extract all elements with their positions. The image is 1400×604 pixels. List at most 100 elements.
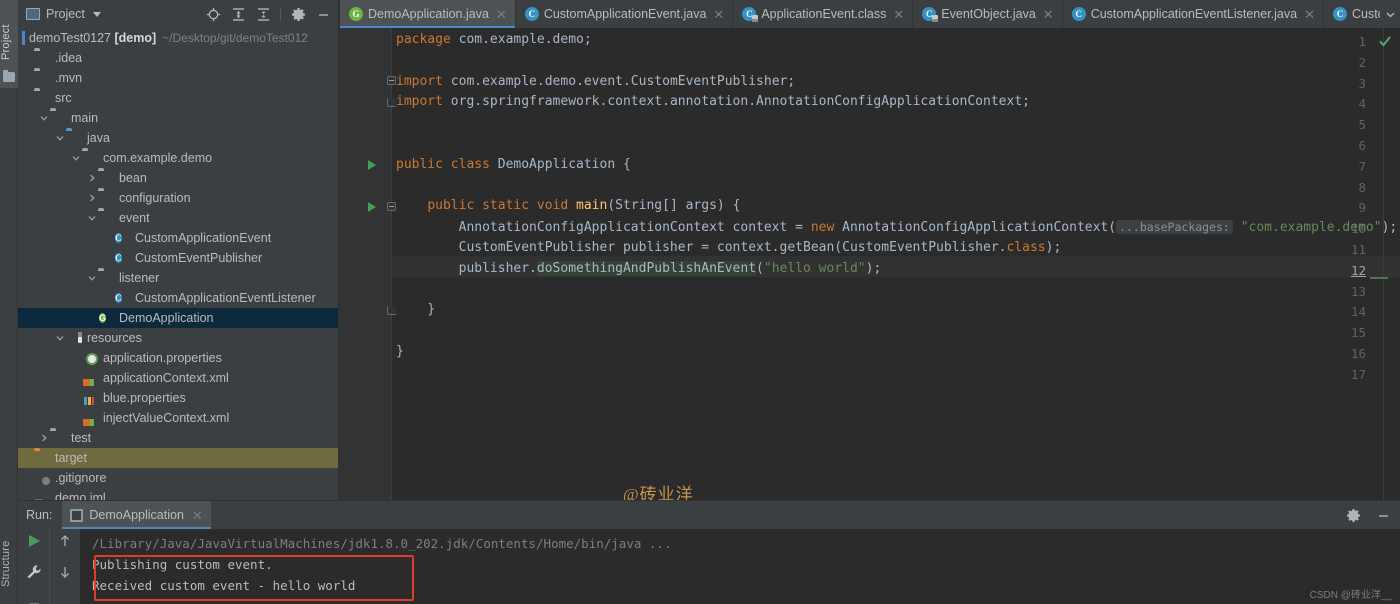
editor-tab[interactable]: C EventObject.java ✕ (913, 0, 1063, 28)
folder-target-icon (34, 450, 50, 466)
tree-row[interactable]: com.example.demo (18, 148, 338, 168)
editor-tab[interactable]: G DemoApplication.java ✕ (340, 0, 516, 28)
tree-expander[interactable] (86, 168, 98, 188)
expand-all-icon[interactable] (227, 3, 249, 25)
chevron-down-icon[interactable] (92, 11, 101, 17)
package-icon (98, 190, 114, 206)
run-console[interactable]: /Library/Java/JavaVirtualMachines/jdk1.8… (80, 529, 1400, 604)
tree-expander[interactable] (70, 388, 82, 408)
tree-expander[interactable] (102, 248, 114, 268)
folder-icon (34, 90, 50, 106)
scroll-up-icon[interactable] (57, 533, 73, 554)
tree-row[interactable]: blue.properties (18, 388, 338, 408)
tree-row[interactable]: C CustomEventPublisher (18, 248, 338, 268)
tree-expander[interactable] (86, 268, 98, 288)
editor-tab[interactable]: C CustomApplicationEvent.java ✕ (516, 0, 734, 28)
console-line: Publishing custom event. (92, 557, 273, 572)
tree-expander[interactable] (86, 308, 98, 328)
class-file-icon: C (742, 7, 759, 22)
tree-row[interactable]: event (18, 208, 338, 228)
tree-row[interactable]: .gitignore (18, 468, 338, 488)
tree-expander[interactable] (102, 228, 114, 248)
editor-tab-bar: G DemoApplication.java ✕ C CustomApplication… (340, 0, 1400, 28)
tree-expander[interactable] (22, 48, 34, 68)
close-icon[interactable]: ✕ (711, 8, 724, 21)
folder-res-icon (66, 330, 82, 346)
tree-expander[interactable] (22, 448, 34, 468)
tree-expander[interactable] (22, 88, 34, 108)
tree-row[interactable]: applicationContext.xml (18, 368, 338, 388)
fold-marker-imports[interactable] (387, 76, 396, 85)
properties-icon (82, 350, 98, 366)
fold-marker-imports-end[interactable] (387, 98, 396, 107)
run-gutter-icon-class[interactable] (367, 158, 377, 170)
tree-row[interactable]: configuration (18, 188, 338, 208)
tree-row[interactable]: .idea (18, 48, 338, 68)
tree-row[interactable]: G DemoApplication (18, 308, 338, 328)
editor-scrollbar[interactable] (1391, 28, 1399, 500)
code-text[interactable]: package com.example.demo; import com.exam… (396, 28, 1400, 500)
tab-overflow-button[interactable] (1380, 0, 1400, 28)
project-panel-title: Project (46, 7, 85, 21)
minimize-icon[interactable] (312, 3, 334, 25)
tree-row[interactable]: demo.iml (18, 488, 338, 500)
fold-marker-method[interactable] (387, 202, 396, 211)
close-icon[interactable]: ✕ (1041, 8, 1054, 21)
tree-row[interactable]: java (18, 128, 338, 148)
tree-row[interactable]: injectValueContext.xml (18, 408, 338, 428)
run-icon[interactable] (26, 533, 42, 554)
locate-icon[interactable] (202, 3, 224, 25)
tree-row-label: listener (119, 271, 160, 285)
tree-row[interactable]: .mvn (18, 68, 338, 88)
tree-expander[interactable] (102, 288, 114, 308)
tree-expander[interactable] (70, 368, 82, 388)
editor-tab[interactable]: C ApplicationEvent.class ✕ (733, 0, 914, 28)
close-icon[interactable]: ✕ (1302, 8, 1315, 21)
run-side-toolbar-col2 (49, 529, 80, 604)
scroll-down-icon[interactable] (57, 564, 73, 585)
tree-expander[interactable] (70, 148, 82, 168)
tree-row[interactable]: C CustomApplicationEventListener (18, 288, 338, 308)
tree-expander[interactable] (38, 428, 50, 448)
editor-gutter[interactable] (340, 28, 392, 500)
close-icon[interactable]: ✕ (891, 8, 904, 21)
tree-row[interactable]: listener (18, 268, 338, 288)
tree-row[interactable]: target (18, 448, 338, 468)
tree-expander[interactable] (86, 188, 98, 208)
close-icon[interactable]: ✕ (494, 8, 507, 21)
tree-row-label: bean (119, 171, 147, 185)
code-editor[interactable]: 1 2 3 4 5 6 7 8 9 10 11 12 13 14 15 16 17 package com.ex… (340, 28, 1400, 500)
tree-row[interactable]: main (18, 108, 338, 128)
tree-expander[interactable] (54, 328, 66, 348)
project-tree[interactable]: demoTest0127 [demo] ~/Desktop/git/demoTes… (18, 28, 338, 500)
check-icon[interactable] (1378, 34, 1392, 53)
tree-expander[interactable] (22, 68, 34, 88)
tree-expander[interactable] (70, 348, 82, 368)
gear-icon[interactable] (287, 3, 309, 25)
gear-icon[interactable] (1342, 504, 1364, 526)
tree-row[interactable]: src (18, 88, 338, 108)
tree-expander[interactable] (54, 128, 66, 148)
tree-row[interactable]: bean (18, 168, 338, 188)
tree-row[interactable]: C CustomApplicationEvent (18, 228, 338, 248)
tree-expander[interactable] (86, 208, 98, 228)
tool-tab-structure[interactable]: Structure (0, 526, 18, 602)
tree-row[interactable]: test (18, 428, 338, 448)
minimize-icon[interactable] (1372, 504, 1394, 526)
project-panel-title-group[interactable]: Project (26, 7, 101, 21)
tree-expander[interactable] (70, 408, 82, 428)
run-gutter-icon-main[interactable] (367, 200, 377, 212)
tree-expander[interactable] (22, 468, 34, 488)
tree-expander[interactable] (22, 488, 34, 500)
close-icon[interactable]: ✕ (190, 509, 203, 522)
tree-row[interactable]: application.properties (18, 348, 338, 368)
tree-row[interactable]: resources (18, 328, 338, 348)
tree-row-root[interactable]: demoTest0127 [demo] ~/Desktop/git/demoTes… (18, 28, 338, 48)
tree-expander[interactable] (38, 108, 50, 128)
run-config-tab[interactable]: DemoApplication ✕ (62, 501, 212, 529)
wrench-icon[interactable] (26, 564, 42, 585)
folder-icon (34, 70, 50, 86)
editor-tab[interactable]: C CustomApplicationEventListener.java ✕ (1063, 0, 1324, 28)
fold-marker-method-end[interactable] (387, 306, 396, 315)
collapse-all-icon[interactable] (252, 3, 274, 25)
